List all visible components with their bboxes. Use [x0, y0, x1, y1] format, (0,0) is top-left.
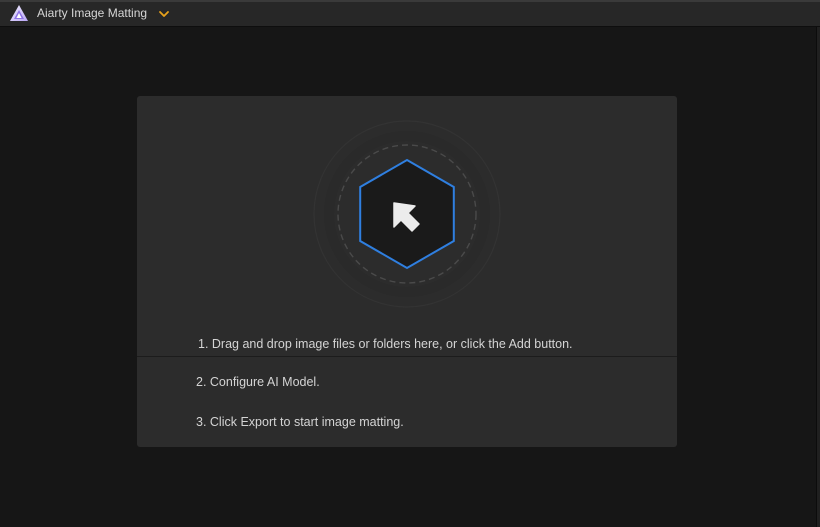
instruction-step-1: 1. Drag and drop image files or folders …	[198, 337, 573, 351]
title-bar-strip	[0, 0, 820, 2]
add-files-graphic[interactable]	[312, 119, 502, 309]
chevron-down-icon[interactable]	[157, 7, 171, 21]
instruction-step-2: 2. Configure AI Model.	[196, 375, 320, 389]
scroll-edge	[816, 27, 820, 527]
aiarty-logo-icon	[10, 5, 28, 21]
app-window: Aiarty Image Matting 1. Drag and drop im…	[0, 0, 820, 527]
instruction-step-3: 3. Click Export to start image matting.	[196, 415, 404, 429]
instructions-panel	[137, 357, 677, 447]
title-bar: Aiarty Image Matting	[0, 0, 820, 27]
window-title: Aiarty Image Matting	[37, 6, 148, 20]
